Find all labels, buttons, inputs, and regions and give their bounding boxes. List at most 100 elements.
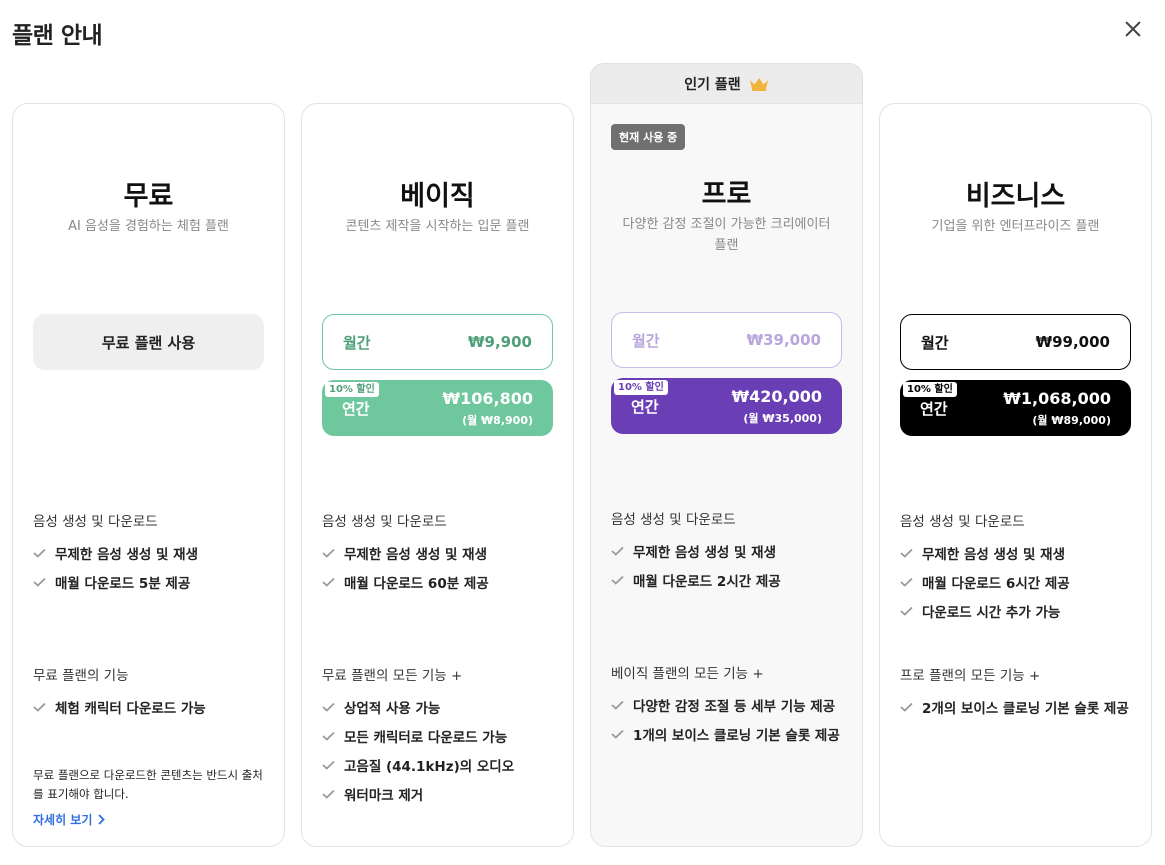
current-plan-badge: 현재 사용 중 — [611, 124, 686, 150]
check-icon — [322, 789, 335, 799]
feature-label: 고음질 (44.1kHz)의 오디오 — [344, 759, 515, 775]
plan-description: 기업을 위한 엔터프라이즈 플랜 — [931, 219, 1100, 234]
check-icon — [900, 577, 913, 587]
feature-label: 매월 다운로드 6시간 제공 — [922, 576, 1070, 592]
check-icon — [33, 702, 46, 712]
check-icon — [33, 577, 46, 587]
feature-label: 매월 다운로드 5분 제공 — [55, 576, 191, 592]
feature-label: 무제한 음성 생성 및 재생 — [344, 547, 487, 563]
monthly-label: 월간 — [921, 333, 949, 352]
monthly-option-button[interactable]: 월간 ₩39,000 — [611, 312, 842, 368]
annual-monthly-price: (월 ₩8,900) — [462, 414, 533, 427]
feature-item: 무제한 음성 생성 및 재생 — [33, 543, 198, 563]
feature-item: 체험 캐릭터 다운로드 가능 — [33, 697, 206, 717]
feature-label: 체험 캐릭터 다운로드 가능 — [55, 701, 206, 717]
discount-badge: 10% 할인 — [903, 382, 957, 397]
plan-name: 프로 — [701, 179, 752, 210]
annual-price: ₩106,800 — [442, 389, 533, 408]
feature-item: 상업적 사용 가능 — [322, 697, 440, 717]
discount-badge: 10% 할인 — [325, 382, 379, 397]
section-heading: 무료 플랜의 모든 기능 + — [322, 668, 463, 684]
learn-more-label: 자세히 보기 — [33, 813, 93, 827]
plan-card-business: 비즈니스 기업을 위한 엔터프라이즈 플랜 월간 ₩99,000 10% 할인 … — [879, 103, 1152, 847]
attribution-note: 무료 플랜으로 다운로드한 콘텐츠는 반드시 출처를 표기해야 합니다. — [33, 768, 263, 801]
feature-label: 2개의 보이스 클로닝 기본 슬롯 제공 — [922, 701, 1129, 717]
check-icon — [900, 548, 913, 558]
chevron-right-icon — [98, 814, 106, 825]
check-icon — [900, 702, 913, 712]
plan-description: 콘텐츠 제작을 시작하는 입문 플랜 — [345, 219, 530, 234]
annual-price: ₩420,000 — [731, 387, 822, 406]
monthly-label: 월간 — [343, 333, 371, 352]
feature-label: 다운로드 시간 추가 가능 — [922, 605, 1061, 621]
check-icon — [611, 729, 624, 739]
section-heading: 베이직 플랜의 모든 기능 + — [611, 666, 764, 682]
monthly-option-button[interactable]: 월간 ₩99,000 — [900, 314, 1131, 370]
monthly-option-button[interactable]: 월간 ₩9,900 — [322, 314, 553, 370]
feature-label: 모든 캐릭터로 다운로드 가능 — [344, 730, 508, 746]
use-free-plan-button[interactable]: 무료 플랜 사용 — [33, 314, 264, 370]
feature-label: 무제한 음성 생성 및 재생 — [55, 547, 198, 563]
check-icon — [322, 760, 335, 770]
close-icon[interactable] — [1122, 18, 1144, 40]
annual-monthly-price: (월 ₩35,000) — [743, 412, 822, 425]
feature-label: 상업적 사용 가능 — [344, 701, 441, 717]
feature-item: 2개의 보이스 클로닝 기본 슬롯 제공 — [900, 697, 1129, 717]
section-heading: 음성 생성 및 다운로드 — [33, 514, 158, 530]
plan-description: AI 음성을 경험하는 체험 플랜 — [68, 219, 229, 234]
check-icon — [611, 546, 624, 556]
annual-option-button[interactable]: 10% 할인 연간 ₩1,068,000 (월 ₩89,000) — [900, 380, 1131, 436]
annual-label: 연간 — [920, 400, 948, 418]
monthly-price: ₩9,900 — [468, 333, 532, 351]
feature-item: 무제한 음성 생성 및 재생 — [900, 543, 1065, 563]
monthly-price: ₩39,000 — [746, 331, 821, 349]
feature-item: 1개의 보이스 클로닝 기본 슬롯 제공 — [611, 724, 840, 744]
feature-item: 고음질 (44.1kHz)의 오디오 — [322, 755, 514, 775]
feature-item: 무제한 음성 생성 및 재생 — [611, 541, 776, 561]
feature-label: 무제한 음성 생성 및 재생 — [922, 547, 1065, 563]
feature-item: 매월 다운로드 60분 제공 — [322, 572, 489, 592]
check-icon — [33, 548, 46, 558]
feature-label: 1개의 보이스 클로닝 기본 슬롯 제공 — [633, 728, 840, 744]
page-title: 플랜 안내 — [12, 23, 103, 49]
plan-name: 비즈니스 — [965, 181, 1066, 212]
annual-monthly-price: (월 ₩89,000) — [1032, 414, 1111, 427]
monthly-price: ₩99,000 — [1035, 333, 1110, 351]
annual-label: 연간 — [631, 398, 659, 416]
section-heading: 프로 플랜의 모든 기능 + — [900, 668, 1041, 684]
feature-item: 매월 다운로드 2시간 제공 — [611, 570, 781, 590]
feature-label: 매월 다운로드 2시간 제공 — [633, 574, 781, 590]
feature-label: 매월 다운로드 60분 제공 — [344, 576, 489, 592]
feature-item: 모든 캐릭터로 다운로드 가능 — [322, 726, 507, 746]
check-icon — [322, 577, 335, 587]
annual-price: ₩1,068,000 — [1003, 389, 1111, 408]
plan-description: 다양한 감정 조절이 가능한 크리에이터 플랜 — [622, 217, 831, 253]
check-icon — [322, 702, 335, 712]
feature-item: 무제한 음성 생성 및 재생 — [322, 543, 487, 563]
section-heading: 무료 플랜의 기능 — [33, 668, 129, 684]
learn-more-link[interactable]: 자세히 보기 — [33, 811, 106, 828]
check-icon — [611, 575, 624, 585]
check-icon — [611, 700, 624, 710]
section-heading: 음성 생성 및 다운로드 — [900, 514, 1025, 530]
monthly-label: 월간 — [632, 331, 660, 350]
section-heading: 음성 생성 및 다운로드 — [322, 514, 447, 530]
check-icon — [322, 548, 335, 558]
discount-badge: 10% 할인 — [614, 380, 668, 395]
popular-plan-label: 인기 플랜 — [684, 76, 741, 93]
annual-label: 연간 — [342, 400, 370, 418]
crown-icon — [749, 77, 768, 91]
feature-item: 워터마크 제거 — [322, 784, 423, 804]
annual-option-button[interactable]: 10% 할인 연간 ₩420,000 (월 ₩35,000) — [611, 378, 842, 434]
section-heading: 음성 생성 및 다운로드 — [611, 512, 736, 528]
feature-item: 다운로드 시간 추가 가능 — [900, 601, 1060, 621]
plan-name: 베이직 — [400, 181, 475, 212]
check-icon — [322, 731, 335, 741]
plan-name: 무료 — [123, 181, 174, 212]
annual-option-button[interactable]: 10% 할인 연간 ₩106,800 (월 ₩8,900) — [322, 380, 553, 436]
feature-label: 무제한 음성 생성 및 재생 — [633, 545, 776, 561]
popular-plan-tab: 인기 플랜 — [590, 63, 863, 103]
plan-card-basic: 베이직 콘텐츠 제작을 시작하는 입문 플랜 월간 ₩9,900 10% 할인 … — [301, 103, 574, 847]
plan-card-pro: 현재 사용 중 프로 다양한 감정 조절이 가능한 크리에이터 플랜 월간 ₩3… — [590, 103, 863, 847]
feature-item: 매월 다운로드 6시간 제공 — [900, 572, 1070, 592]
